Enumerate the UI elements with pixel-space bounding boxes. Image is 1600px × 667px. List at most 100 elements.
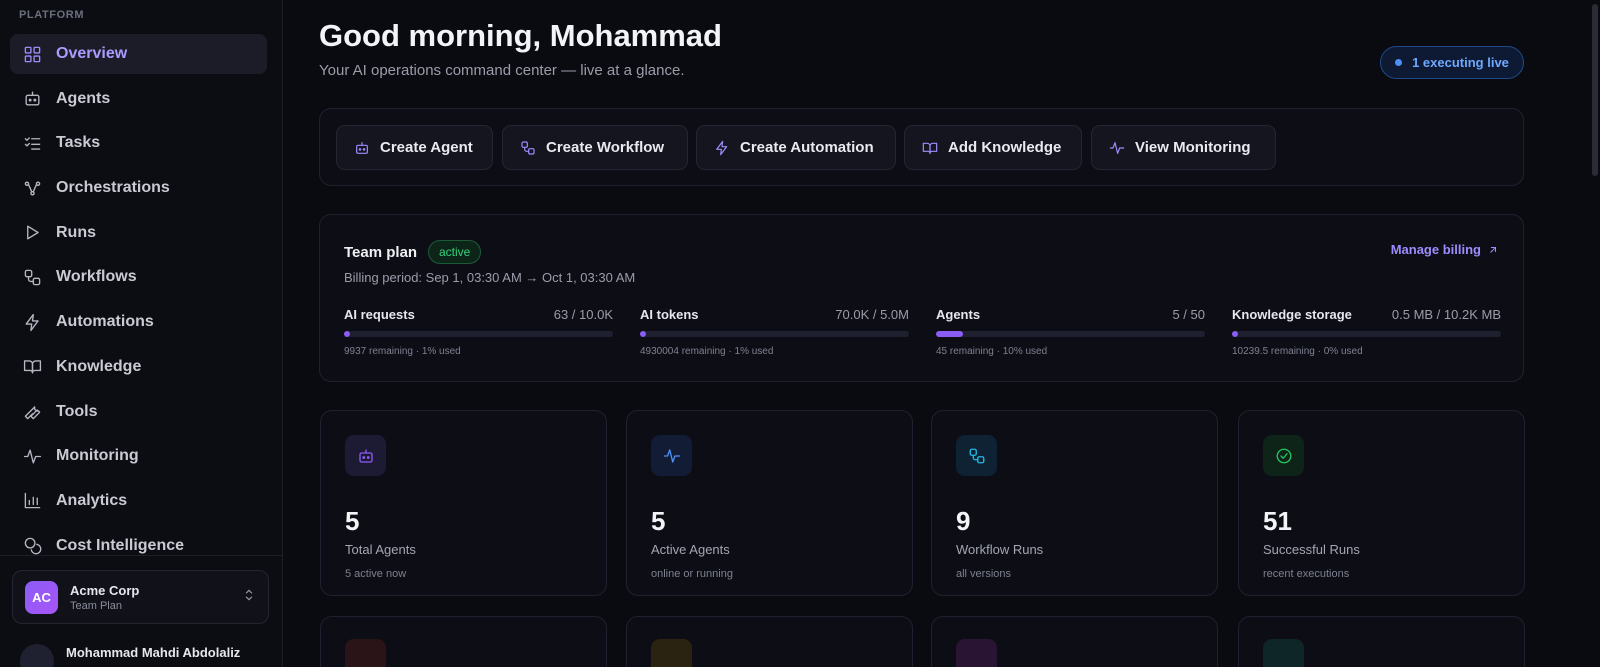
usage-label: AI requests <box>344 307 415 322</box>
bolt-icon <box>716 140 728 155</box>
stat-card-workflow-runs[interactable]: 9 Workflow Runs all versions <box>931 410 1218 596</box>
live-status-badge[interactable]: 1 executing live <box>1380 46 1524 79</box>
sidebar-item-label: Automations <box>56 313 154 331</box>
usage-knowledge-storage: Knowledge storage 0.5 MB / 10.2K MB 1023… <box>1232 307 1501 357</box>
usage-label: Agents <box>936 307 981 322</box>
usage-ai-requests: AI requests 63 / 10.0K 9937 remaining · … <box>344 307 613 357</box>
sidebar-item-knowledge[interactable]: Knowledge <box>10 347 267 387</box>
usage-bar-fill <box>1232 331 1238 337</box>
stat-icon-chip <box>651 639 692 667</box>
sidebar-item-cost-intelligence[interactable]: Cost Intelligence <box>10 526 267 566</box>
nodes-icon <box>22 178 42 198</box>
arrow-up-right-icon <box>1490 246 1496 253</box>
button-label: Create Automation <box>740 139 874 156</box>
sidebar-item-label: Runs <box>56 223 96 241</box>
stat-card-partial[interactable] <box>931 616 1218 667</box>
stat-card-partial[interactable] <box>1238 616 1525 667</box>
usage-ai-tokens: AI tokens 70.0K / 5.0M 4930004 remaining… <box>640 307 909 357</box>
activity-icon <box>22 446 42 466</box>
live-status-text: 1 executing live <box>1412 55 1509 70</box>
org-avatar: AC <box>25 580 58 614</box>
usage-note: 10239.5 remaining · 0% used <box>1232 346 1363 357</box>
sidebar-section-label: PLATFORM <box>19 9 85 21</box>
stat-card-partial[interactable] <box>626 616 913 667</box>
usage-bar <box>936 331 1205 337</box>
user-name: Mohammad Mahdi Abdolaliz <box>66 644 241 660</box>
bot-icon <box>22 89 42 109</box>
stat-label: Successful Runs <box>1263 542 1360 557</box>
page-subtitle: Your AI operations command center — live… <box>319 62 685 79</box>
stat-icon-chip <box>345 435 386 476</box>
usage-bar-fill <box>344 331 350 337</box>
sidebar-item-label: Analytics <box>56 491 128 509</box>
stat-card-active-agents[interactable]: 5 Active Agents online or running <box>626 410 913 596</box>
sidebar-item-orchestrations[interactable]: Orchestrations <box>10 168 267 208</box>
org-plan: Team Plan <box>70 599 122 612</box>
usage-bar <box>1232 331 1501 337</box>
activity-icon <box>1109 141 1125 154</box>
activity-icon <box>663 448 680 463</box>
sidebar-item-workflows[interactable]: Workflows <box>10 257 267 297</box>
sidebar-item-analytics[interactable]: Analytics <box>10 481 267 521</box>
page-title: Good morning, Mohammad <box>319 18 722 53</box>
sidebar-item-label: Overview <box>56 45 128 62</box>
view-monitoring-button[interactable]: View Monitoring <box>1091 125 1276 170</box>
usage-value: 70.0K / 5.0M <box>835 307 909 322</box>
create-automation-button[interactable]: Create Automation <box>696 125 896 170</box>
stat-sub: recent executions <box>1263 568 1350 580</box>
sidebar-item-runs[interactable]: Runs <box>10 213 267 253</box>
sidebar-item-agents[interactable]: Agents <box>10 79 267 119</box>
workflow-icon <box>521 140 535 155</box>
sidebar-item-automations[interactable]: Automations <box>10 302 267 342</box>
sidebar-item-monitoring[interactable]: Monitoring <box>10 436 267 476</box>
usage-label: AI tokens <box>640 307 699 322</box>
sidebar-item-label: Tasks <box>56 134 101 152</box>
play-icon <box>22 223 42 243</box>
stat-icon-chip <box>1263 639 1304 667</box>
stat-card-partial[interactable] <box>320 616 607 667</box>
bot-icon <box>358 448 373 463</box>
scrollbar[interactable] <box>1592 4 1598 176</box>
sidebar-item-tools[interactable]: Tools <box>10 392 267 432</box>
stat-card-successful-runs[interactable]: 51 Successful Runs recent executions <box>1238 410 1525 596</box>
usage-value: 63 / 10.0K <box>553 307 613 322</box>
stat-card-total-agents[interactable]: 5 Total Agents 5 active now <box>320 410 607 596</box>
org-name: Acme Corp <box>70 582 140 598</box>
live-dot-icon <box>1395 59 1403 66</box>
stat-value: 5 <box>345 506 360 536</box>
sidebar-item-tasks[interactable]: Tasks <box>10 123 267 163</box>
usage-bar-fill <box>936 331 963 337</box>
usage-note: 9937 remaining · 1% used <box>344 346 461 357</box>
usage-value: 5 / 50 <box>1172 307 1205 322</box>
workflow-icon <box>22 267 42 287</box>
sidebar-nav: Overview Agents Tasks Orchestrations Run… <box>10 34 267 570</box>
plan-title: Team plan <box>344 244 418 261</box>
add-knowledge-button[interactable]: Add Knowledge <box>904 125 1082 170</box>
sidebar-item-overview[interactable]: Overview <box>10 34 267 74</box>
stat-label: Total Agents <box>345 542 416 557</box>
sidebar-item-label: Tools <box>56 402 98 420</box>
checklist-icon <box>22 133 42 153</box>
bar-chart-icon <box>22 491 42 511</box>
usage-bar-fill <box>640 331 646 337</box>
create-workflow-button[interactable]: Create Workflow <box>502 125 688 170</box>
stat-icon-chip <box>345 639 386 667</box>
bot-icon <box>356 141 368 154</box>
sidebar-item-label: Workflows <box>56 268 137 286</box>
manage-billing-link[interactable]: Manage billing <box>1391 242 1499 257</box>
org-switcher[interactable]: AC Acme Corp Team Plan <box>12 570 269 624</box>
sidebar-item-label: Cost Intelligence <box>56 536 185 554</box>
usage-bar <box>344 331 613 337</box>
create-agent-button[interactable]: Create Agent <box>336 125 493 170</box>
usage-note: 45 remaining · 10% used <box>936 346 1048 357</box>
check-circle-icon <box>1276 448 1291 463</box>
stat-value: 9 <box>956 506 971 536</box>
avatar <box>20 644 54 667</box>
stat-sub: 5 active now <box>345 568 407 580</box>
sidebar-divider <box>0 555 283 556</box>
book-icon <box>22 357 42 377</box>
stat-value: 5 <box>651 506 666 536</box>
button-label: View Monitoring <box>1135 139 1251 156</box>
stat-sub: all versions <box>956 568 1012 580</box>
user-profile[interactable]: Mohammad Mahdi Abdolaliz <box>20 640 240 667</box>
